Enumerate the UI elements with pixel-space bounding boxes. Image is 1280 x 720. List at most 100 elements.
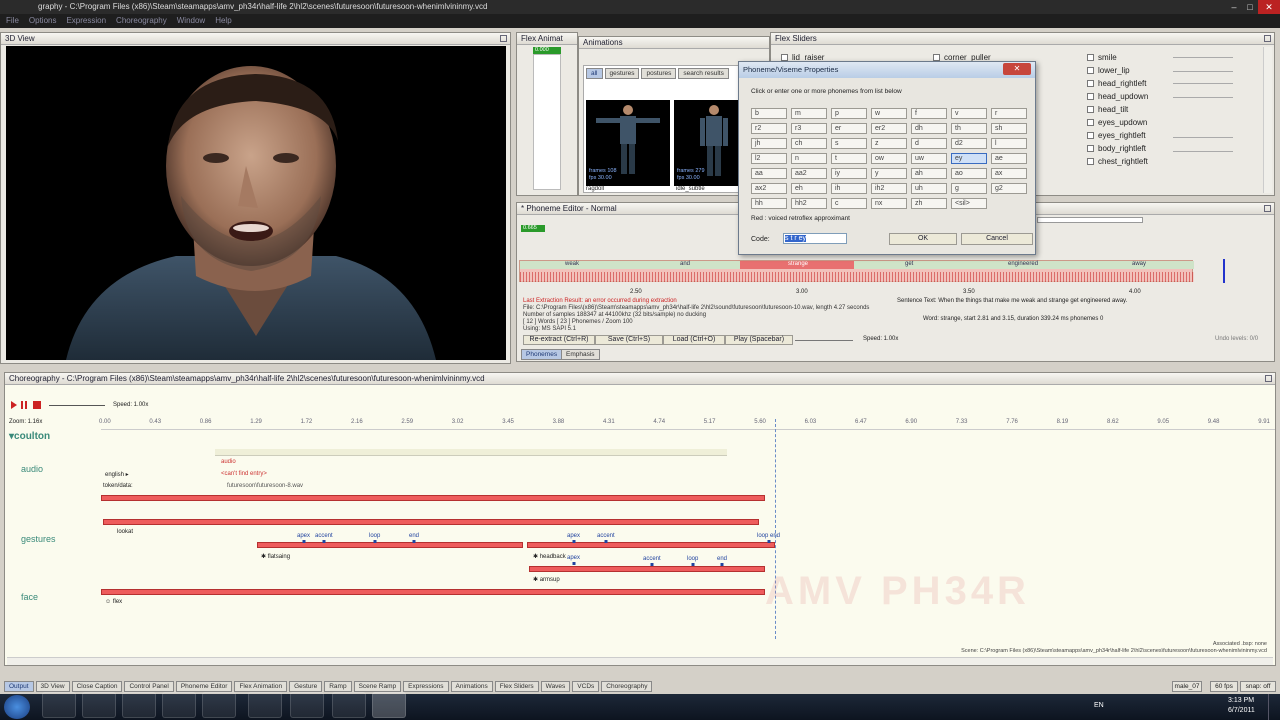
phoneme-button[interactable]: t [831, 153, 867, 164]
slider-body-rightleft[interactable]: body_rightleft [1087, 144, 1146, 153]
faceposer-icon[interactable] [372, 692, 406, 718]
gesture-bar-armsup[interactable] [529, 566, 765, 572]
phoneme-button[interactable]: ah [911, 168, 947, 179]
choreo-scrollbar[interactable] [7, 657, 1273, 665]
phoneme-button[interactable]: ch [791, 138, 827, 149]
hammer-icon[interactable] [332, 692, 366, 718]
model-indicator[interactable]: male_07 [1172, 681, 1202, 692]
phoneme-button[interactable]: ax2 [751, 183, 787, 194]
gesture-bar-flatsaing[interactable] [257, 542, 523, 548]
flex-sliders-scrollbar[interactable] [1263, 47, 1272, 193]
end-marker[interactable]: end [409, 533, 419, 539]
flex-track[interactable] [533, 54, 561, 190]
apex-marker[interactable]: apex [567, 533, 580, 539]
phoneme-button[interactable]: s [831, 138, 867, 149]
loop-end-marker[interactable]: loop end [757, 533, 780, 539]
phoneme-button[interactable]: aa [751, 168, 787, 179]
chrome-icon[interactable] [162, 692, 196, 718]
language-selector[interactable]: english ▸ [105, 471, 129, 478]
checkbox[interactable] [1087, 106, 1094, 114]
menu-window[interactable]: Window [177, 14, 205, 28]
slider-head-tilt[interactable]: head_tilt [1087, 105, 1128, 114]
3d-viewport[interactable] [6, 46, 506, 360]
slider-track[interactable] [1173, 57, 1233, 58]
menu-help[interactable]: Help [215, 14, 231, 28]
phoneme-button[interactable]: ax [991, 168, 1027, 179]
fps-indicator[interactable]: 60 fps [1210, 681, 1238, 692]
slider-lower-lip[interactable]: lower_lip [1087, 66, 1130, 75]
phoneme-button[interactable]: nx [871, 198, 907, 209]
phoneme-button[interactable]: ae [991, 153, 1027, 164]
speed-slider[interactable] [795, 340, 853, 341]
phoneme-button[interactable]: aa2 [791, 168, 827, 179]
audio-track-bar[interactable] [101, 495, 765, 501]
phoneme-button[interactable]: dh [911, 123, 947, 134]
timeline-ruler[interactable]: 0.00 0.43 0.86 1.29 1.72 2.16 2.59 3.02 3.45 3.88… [5, 419, 1277, 428]
window-tab[interactable]: Control Panel [124, 681, 174, 692]
phoneme-button[interactable]: th [951, 123, 987, 134]
phoneme-button[interactable]: hh [751, 198, 787, 209]
load-button[interactable]: Load (Ctrl+O) [663, 335, 725, 345]
menu-options[interactable]: Options [29, 14, 57, 28]
phoneme-button[interactable]: b [751, 108, 787, 119]
phoneme-button[interactable]: eh [791, 183, 827, 194]
checkbox[interactable] [1087, 158, 1094, 166]
menu-file[interactable]: File [6, 14, 19, 28]
slider-chest-rightleft[interactable]: chest_rightleft [1087, 157, 1148, 166]
window-tab[interactable]: Close Caption [71, 681, 123, 692]
phoneme-button[interactable]: uw [911, 153, 947, 164]
playhead-marker[interactable] [1223, 259, 1225, 283]
phoneme-scroll-track[interactable] [1037, 217, 1143, 223]
end-marker[interactable]: end [717, 556, 727, 562]
phoneme-button[interactable]: zh [911, 198, 947, 209]
phoneme-button[interactable]: <sil> [951, 198, 987, 209]
tab-search-results[interactable]: search results [678, 68, 729, 79]
accent-marker[interactable]: accent [643, 556, 661, 562]
phoneme-button[interactable]: ao [951, 168, 987, 179]
start-button[interactable] [4, 695, 30, 719]
phoneme-button[interactable]: ey [951, 153, 987, 164]
phoneme-button[interactable]: w [871, 108, 907, 119]
tab-emphasis[interactable]: Emphasis [561, 349, 600, 360]
cancel-button[interactable]: Cancel [961, 233, 1033, 245]
minimize-button[interactable]: – [1226, 0, 1242, 14]
window-tab[interactable]: Gesture [289, 681, 323, 692]
accent-marker[interactable]: accent [315, 533, 333, 539]
steam-icon[interactable] [202, 692, 236, 718]
language-indicator[interactable]: EN [1094, 702, 1104, 709]
phoneme-button[interactable]: v [951, 108, 987, 119]
slider-head-updown[interactable]: head_updown [1087, 92, 1148, 101]
snap-indicator[interactable]: snap: off [1240, 681, 1276, 692]
checkbox[interactable] [1087, 145, 1094, 153]
slider-track[interactable] [1173, 83, 1233, 84]
checkbox[interactable] [1087, 119, 1094, 127]
window-tab[interactable]: Output [4, 681, 34, 692]
clock-date[interactable]: 6/7/2011 [1228, 707, 1255, 714]
ok-button[interactable]: OK [889, 233, 957, 245]
window-tab[interactable]: Expressions [403, 681, 449, 692]
audio-event-bar[interactable] [215, 449, 727, 456]
phoneme-button[interactable]: r [991, 108, 1027, 119]
stop-icon[interactable] [33, 401, 41, 409]
window-tab[interactable]: Ramp [324, 681, 352, 692]
apex-marker[interactable]: apex [567, 555, 580, 561]
slider-track[interactable] [1173, 97, 1233, 98]
phoneme-button[interactable]: er [831, 123, 867, 134]
phoneme-button[interactable]: r3 [791, 123, 827, 134]
slider-track[interactable] [1173, 151, 1233, 152]
phoneme-button[interactable]: ow [871, 153, 907, 164]
show-desktop-button[interactable] [1268, 694, 1280, 720]
checkbox[interactable] [1087, 80, 1094, 88]
accent-marker[interactable]: accent [597, 533, 615, 539]
maximize-button[interactable]: □ [1242, 0, 1258, 14]
vlc-icon[interactable] [290, 692, 324, 718]
checkbox[interactable] [1087, 93, 1094, 101]
phoneme-button[interactable]: g [951, 183, 987, 194]
window-tab[interactable]: Choreography [601, 681, 653, 692]
play-button[interactable]: Play (Spacebar) [725, 335, 793, 345]
clock-time[interactable]: 3:13 PM [1228, 697, 1254, 704]
phoneme-button[interactable]: d2 [951, 138, 987, 149]
phoneme-button[interactable]: c [831, 198, 867, 209]
folder-icon[interactable] [82, 692, 116, 718]
tab-postures[interactable]: postures [641, 68, 677, 79]
